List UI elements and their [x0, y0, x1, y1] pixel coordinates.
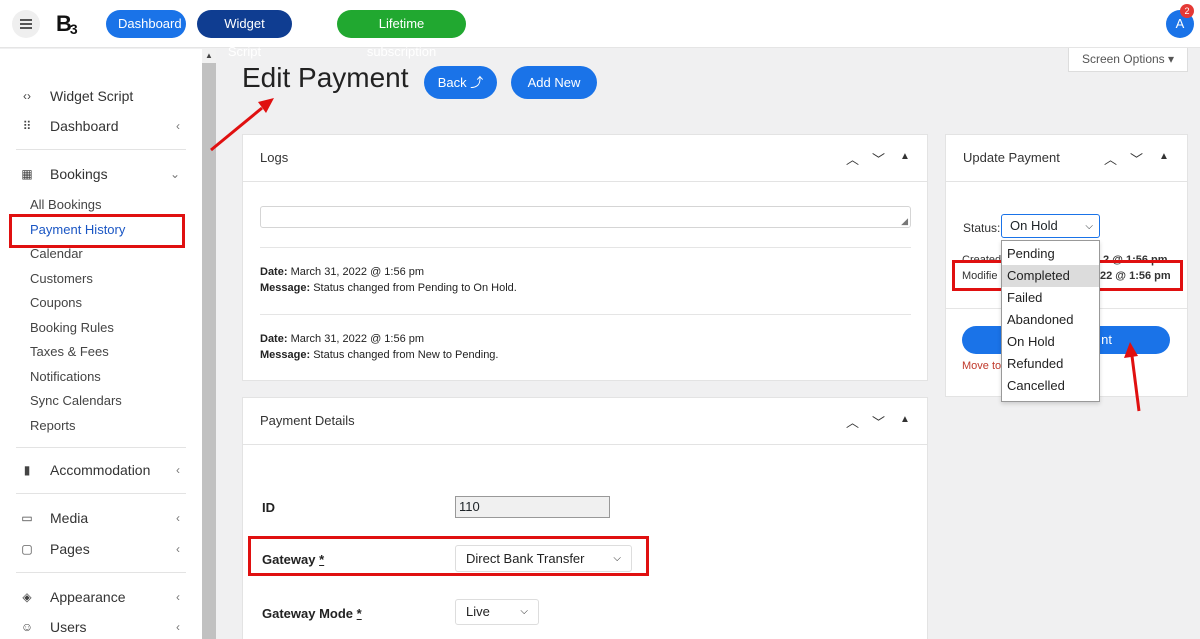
chevron-left-icon: ‹	[176, 119, 180, 133]
chevron-left-icon: ‹	[176, 463, 180, 477]
widget-script-button[interactable]: Widget Script	[197, 10, 292, 59]
sidebar-divider	[16, 149, 186, 150]
page-icon: ▢	[21, 542, 33, 556]
screen-options-button[interactable]: Screen Options ▾	[1068, 48, 1188, 72]
resize-handle-icon[interactable]: ◢	[901, 216, 908, 227]
calendar-icon: ▦	[21, 167, 33, 181]
chevron-down-icon[interactable]: ﹀	[1130, 149, 1143, 168]
top-bar: B3 Dashboard Widget Script Lifetime subs…	[0, 0, 1200, 59]
log-entry-message: Message: Status changed from New to Pend…	[260, 349, 499, 361]
sidebar-item-media[interactable]: ▭ Media ‹	[16, 505, 186, 531]
chevron-left-icon: ‹	[176, 542, 180, 556]
sidebar-item-pages[interactable]: ▢ Pages ‹	[16, 536, 186, 562]
update-payment-header: Update Payment ︿ ﹀ ▲	[946, 135, 1187, 182]
chevron-up-icon[interactable]: ︿	[846, 412, 859, 431]
sidebar-divider	[16, 572, 186, 573]
log-divider	[260, 247, 911, 248]
back-button[interactable]: Back ⤴	[424, 66, 497, 99]
chevron-up-icon[interactable]: ︿	[846, 149, 859, 168]
sidebar-item-widget-script[interactable]: ‹› Widget Script	[16, 83, 186, 109]
sidebar-sub-sync-calendars[interactable]: Sync Calendars	[30, 391, 122, 411]
sidebar-item-dashboard[interactable]: ⠿ Dashboard ‹	[16, 113, 186, 139]
paint-icon: ◈	[22, 590, 32, 604]
payment-details-panel: Payment Details ︿ ﹀ ▲ ID 110 Gateway * D…	[242, 397, 928, 639]
log-entry-date: Date: March 31, 2022 @ 1:56 pm	[260, 266, 425, 278]
highlight-gateway	[248, 536, 649, 576]
lifetime-subscription-button[interactable]: Lifetime subscription	[337, 10, 466, 59]
sidebar-sub-booking-rules[interactable]: Booking Rules	[30, 318, 114, 338]
sidebar-sub-coupons[interactable]: Coupons	[30, 293, 82, 313]
status-option-abandoned[interactable]: Abandoned	[1002, 309, 1099, 331]
page-title: Edit Payment	[242, 62, 409, 93]
id-label: ID	[262, 500, 275, 515]
log-note-textarea[interactable]: ◢	[260, 206, 911, 228]
status-label: Status:	[963, 221, 1001, 235]
sidebar-item-accommodation[interactable]: ▮ Accommodation ‹	[16, 457, 186, 483]
payment-details-title: Payment Details	[260, 413, 355, 428]
status-option-failed[interactable]: Failed	[1002, 287, 1099, 309]
sidebar-divider	[16, 493, 186, 494]
sidebar-scrollbar[interactable]: ▲	[202, 49, 216, 639]
sidebar-item-bookings[interactable]: ▦ Bookings ⌄	[16, 161, 186, 187]
sidebar-sub-all-bookings[interactable]: All Bookings	[30, 195, 102, 215]
sidebar-sub-reports[interactable]: Reports	[30, 416, 76, 436]
chevron-down-icon[interactable]: ﹀	[872, 412, 885, 431]
chevron-left-icon: ‹	[176, 620, 180, 634]
add-new-button[interactable]: Add New	[511, 66, 597, 99]
code-icon: ‹›	[23, 89, 31, 103]
logs-panel-title: Logs	[260, 150, 289, 165]
notification-badge: 2	[1180, 4, 1194, 18]
grid-icon: ⠿	[22, 119, 32, 133]
status-option-on-hold[interactable]: On Hold	[1002, 331, 1099, 353]
building-icon: ▮	[23, 463, 31, 477]
update-payment-title: Update Payment	[963, 150, 1060, 165]
chevron-left-icon: ‹	[176, 590, 180, 604]
log-divider	[260, 314, 911, 315]
logs-panel-header: Logs ︿ ﹀ ▲	[243, 135, 927, 182]
chevron-down-icon[interactable]: ﹀	[872, 149, 885, 168]
chevron-down-icon: ⌵	[520, 606, 528, 617]
id-input[interactable]: 110	[455, 496, 610, 518]
scroll-up-icon[interactable]: ▲	[202, 49, 216, 63]
users-icon: ☺	[20, 620, 34, 634]
hamburger-menu-icon[interactable]	[12, 10, 40, 38]
sidebar-divider	[16, 447, 186, 448]
status-option-pending[interactable]: Pending	[1002, 243, 1099, 265]
sidebar-sub-taxes-fees[interactable]: Taxes & Fees	[30, 342, 109, 362]
status-select[interactable]: On Hold ⌵	[1001, 214, 1100, 238]
chevron-left-icon: ‹	[176, 511, 180, 525]
chevron-down-icon: ⌵	[1085, 221, 1093, 232]
triangle-up-icon[interactable]: ▲	[900, 414, 910, 425]
sidebar-item-appearance[interactable]: ◈ Appearance ‹	[16, 584, 186, 610]
highlight-payment-history	[9, 214, 185, 248]
image-icon: ▭	[21, 511, 33, 525]
chevron-down-icon: ⌄	[169, 167, 180, 181]
move-to-trash-link[interactable]: Move to	[962, 360, 1001, 372]
status-option-cancelled[interactable]: Cancelled	[1002, 375, 1099, 397]
app-logo[interactable]: B3	[56, 11, 78, 37]
gateway-mode-label: Gateway Mode *	[262, 606, 362, 621]
gateway-mode-select[interactable]: Live ⌵	[455, 599, 539, 625]
chevron-up-icon[interactable]: ︿	[1104, 149, 1117, 168]
dashboard-button[interactable]: Dashboard	[106, 10, 186, 38]
status-dropdown-list: Pending Completed Failed Abandoned On Ho…	[1001, 240, 1100, 402]
status-option-refunded[interactable]: Refunded	[1002, 353, 1099, 375]
sidebar-sub-customers[interactable]: Customers	[30, 269, 93, 289]
log-entry-message: Message: Status changed from Pending to …	[260, 282, 517, 294]
sidebar-sub-notifications[interactable]: Notifications	[30, 367, 101, 387]
logs-panel: Logs ︿ ﹀ ▲ ◢ Date: March 31, 2022 @ 1:56…	[242, 134, 928, 381]
triangle-up-icon[interactable]: ▲	[900, 151, 910, 162]
payment-details-header: Payment Details ︿ ﹀ ▲	[243, 398, 927, 445]
sidebar: ‹› Widget Script ⠿ Dashboard ‹ ▦ Booking…	[0, 49, 202, 639]
sidebar-item-users[interactable]: ☺ Users ‹	[16, 614, 186, 639]
status-option-completed[interactable]: Completed	[1002, 265, 1099, 287]
log-entry-date: Date: March 31, 2022 @ 1:56 pm	[260, 333, 425, 345]
triangle-up-icon[interactable]: ▲	[1159, 151, 1169, 162]
